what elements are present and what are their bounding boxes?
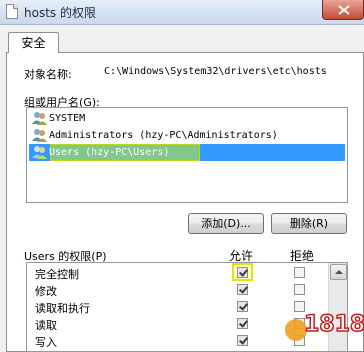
list-item-label: Administrators (hzy-PC\Administrators) [49, 130, 278, 141]
permission-row: 完全控制 [27, 263, 327, 281]
user-group-icon [32, 112, 47, 125]
close-button[interactable] [322, 0, 364, 20]
user-group-icon [32, 146, 47, 159]
list-item-users[interactable]: Users (hzy-PC\Users) [29, 144, 345, 161]
allow-checkbox[interactable] [237, 335, 248, 346]
allow-checkbox[interactable] [237, 267, 248, 278]
allow-checkbox[interactable] [237, 301, 248, 312]
permission-name: 完全控制 [35, 268, 79, 281]
window-title: hosts 的权限 [24, 6, 96, 20]
permission-row: 修改 [27, 281, 327, 298]
permission-name: 读取和执行 [35, 302, 90, 315]
permission-row: 读取 [27, 315, 327, 332]
list-item-administrators[interactable]: Administrators (hzy-PC\Administrators) [29, 127, 345, 144]
list-item-system[interactable]: SYSTEM [29, 110, 345, 127]
deny-checkbox[interactable] [294, 267, 305, 278]
list-item-label: Users (hzy-PC\Users) [49, 147, 170, 158]
allow-checkbox[interactable] [237, 318, 248, 329]
scroll-up-icon[interactable] [330, 264, 347, 280]
add-button[interactable]: 添加(D)... [188, 213, 264, 234]
deny-checkbox[interactable] [294, 284, 305, 295]
title-bar: hosts 的权限 [0, 0, 364, 25]
remove-button[interactable]: 删除(R) [271, 213, 347, 234]
file-icon [6, 4, 18, 19]
tab-security[interactable]: 安全 [8, 32, 59, 53]
allow-checkbox[interactable] [237, 284, 248, 295]
user-group-icon [32, 129, 47, 142]
watermark-logo: 1818 [285, 311, 364, 341]
list-item-label: SYSTEM [49, 113, 86, 124]
object-name-label: 对象名称: [24, 68, 72, 81]
group-list[interactable]: SYSTEM Administrators (hzy-PC\Administra… [26, 107, 348, 203]
permission-name: 修改 [35, 285, 57, 298]
permission-row: 写入 [27, 332, 327, 349]
permission-name: 读取 [35, 319, 57, 332]
object-path: C:\Windows\System32\drivers\etc\hosts [104, 66, 327, 77]
close-icon [338, 5, 350, 15]
watermark-text: 1818 [304, 312, 364, 337]
permission-name: 写入 [35, 336, 57, 349]
permission-row: 读取和执行 [27, 298, 327, 315]
